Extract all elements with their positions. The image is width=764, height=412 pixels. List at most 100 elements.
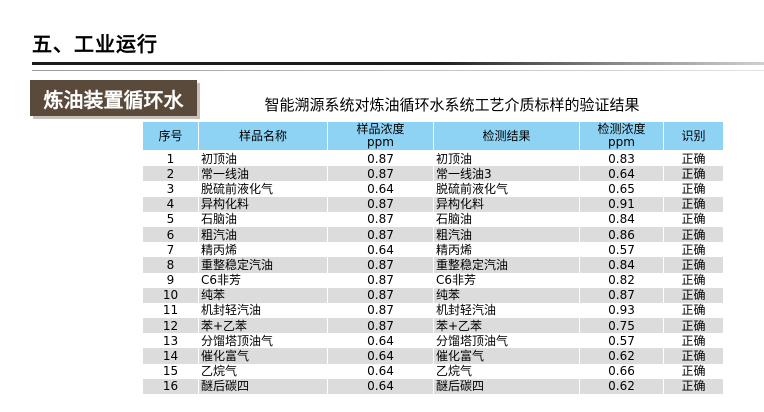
cell-sample-name: 苯+乙苯	[198, 318, 328, 334]
cell-seq: 10	[142, 287, 199, 303]
header-detected-conc: 检测浓度 ppm	[579, 121, 664, 151]
cell-sample-name: 纯苯	[198, 287, 328, 303]
cell-sample-conc: 0.87	[327, 226, 434, 243]
cell-detection-result: 初顶油	[433, 150, 580, 167]
table-row: 1 初顶油 0.87 初顶油 0.83 正确	[142, 150, 724, 167]
table-row: 7 精丙烯 0.64 精丙烯 0.57 正确	[142, 242, 724, 258]
table-row: 12 苯+乙苯 0.87 苯+乙苯 0.75 正确	[142, 318, 724, 334]
cell-detection-result: 乙烷气	[433, 363, 580, 379]
cell-sample-name: 石脑油	[198, 211, 328, 227]
table-row: 5 石脑油 0.87 石脑油 0.84 正确	[142, 211, 724, 227]
cell-detection-result: 粗汽油	[433, 226, 580, 243]
cell-identification: 正确	[663, 181, 724, 197]
cell-detected-conc: 0.57	[579, 333, 664, 349]
cell-seq: 2	[142, 166, 199, 182]
cell-sample-name: 分馏塔顶油气	[198, 333, 328, 349]
cell-identification: 正确	[663, 378, 724, 394]
table-row: 14 催化富气 0.64 催化富气 0.62 正确	[142, 348, 724, 364]
cell-detection-result: 醚后碳四	[433, 378, 580, 394]
cell-seq: 5	[142, 211, 199, 227]
cell-sample-name: 催化富气	[198, 348, 328, 364]
cell-seq: 11	[142, 302, 199, 319]
table-caption: 智能溯源系统对炼油循环水系统工艺介质标样的验证结果	[264, 96, 640, 114]
header-sample-name: 样品名称	[198, 121, 328, 151]
cell-identification: 正确	[663, 211, 724, 227]
cell-detected-conc: 0.86	[579, 226, 664, 243]
cell-sample-conc: 0.87	[327, 196, 434, 212]
table-row: 6 粗汽油 0.87 粗汽油 0.86 正确	[142, 226, 724, 243]
cell-detected-conc: 0.84	[579, 211, 664, 227]
cell-seq: 1	[142, 150, 199, 167]
cell-detected-conc: 0.75	[579, 318, 664, 334]
cell-detected-conc: 0.83	[579, 150, 664, 167]
cell-seq: 13	[142, 333, 199, 349]
cell-sample-name: 脱硫前液化气	[198, 181, 328, 197]
cell-detection-result: 精丙烯	[433, 242, 580, 258]
cell-identification: 正确	[663, 166, 724, 182]
cell-detected-conc: 0.64	[579, 166, 664, 182]
cell-seq: 3	[142, 181, 199, 197]
cell-sample-name: 粗汽油	[198, 226, 328, 243]
cell-sample-conc: 0.64	[327, 181, 434, 197]
table-row: 4 异构化料 0.87 异构化料 0.91 正确	[142, 196, 724, 212]
cell-sample-name: C6非芳	[198, 272, 328, 288]
cell-sample-conc: 0.87	[327, 318, 434, 334]
table-row: 2 常一线油 0.87 常一线油3 0.64 正确	[142, 166, 724, 182]
cell-identification: 正确	[663, 348, 724, 364]
cell-sample-conc: 0.87	[327, 166, 434, 182]
cell-detection-result: 异构化料	[433, 196, 580, 212]
cell-detected-conc: 0.57	[579, 242, 664, 258]
cell-sample-name: 醚后碳四	[198, 378, 328, 394]
cell-seq: 4	[142, 196, 199, 212]
cell-seq: 8	[142, 257, 199, 273]
cell-detected-conc: 0.93	[579, 302, 664, 319]
table-row: 3 脱硫前液化气 0.64 脱硫前液化气 0.65 正确	[142, 181, 724, 197]
cell-identification: 正确	[663, 363, 724, 379]
cell-detected-conc: 0.82	[579, 272, 664, 288]
cell-detected-conc: 0.87	[579, 287, 664, 303]
cell-detected-conc: 0.65	[579, 181, 664, 197]
cell-seq: 15	[142, 363, 199, 379]
cell-sample-name: 异构化料	[198, 196, 328, 212]
cell-sample-conc: 0.87	[327, 211, 434, 227]
cell-seq: 16	[142, 378, 199, 394]
cell-sample-name: 初顶油	[198, 150, 328, 167]
cell-identification: 正确	[663, 287, 724, 303]
cell-detected-conc: 0.91	[579, 196, 664, 212]
cell-sample-name: 重整稳定汽油	[198, 257, 328, 273]
cell-detection-result: 苯+乙苯	[433, 318, 580, 334]
cell-detected-conc: 0.62	[579, 378, 664, 394]
cell-detected-conc: 0.66	[579, 363, 664, 379]
cell-sample-conc: 0.64	[327, 378, 434, 394]
cell-detection-result: 石脑油	[433, 211, 580, 227]
table-row: 9 C6非芳 0.87 C6非芳 0.82 正确	[142, 272, 724, 288]
table-row: 11 机封轻汽油 0.87 机封轻汽油 0.93 正确	[142, 302, 724, 319]
cell-identification: 正确	[663, 196, 724, 212]
title-underline	[32, 62, 764, 65]
cell-sample-name: 精丙烯	[198, 242, 328, 258]
cell-detection-result: 纯苯	[433, 287, 580, 303]
cell-detected-conc: 0.84	[579, 257, 664, 273]
cell-identification: 正确	[663, 150, 724, 167]
cell-sample-conc: 0.64	[327, 333, 434, 349]
header-detection-result: 检测结果	[433, 121, 580, 151]
cell-sample-conc: 0.87	[327, 272, 434, 288]
cell-detection-result: C6非芳	[433, 272, 580, 288]
table-row: 15 乙烷气 0.64 乙烷气 0.66 正确	[142, 363, 724, 379]
table-row: 13 分馏塔顶油气 0.64 分馏塔顶油气 0.57 正确	[142, 333, 724, 349]
cell-detected-conc: 0.62	[579, 348, 664, 364]
cell-detection-result: 重整稳定汽油	[433, 257, 580, 273]
title-divider	[32, 70, 764, 71]
cell-identification: 正确	[663, 333, 724, 349]
cell-identification: 正确	[663, 272, 724, 288]
cell-sample-name: 机封轻汽油	[198, 302, 328, 319]
cell-sample-conc: 0.87	[327, 302, 434, 319]
cell-sample-conc: 0.64	[327, 348, 434, 364]
table-row: 8 重整稳定汽油 0.87 重整稳定汽油 0.84 正确	[142, 257, 724, 273]
cell-detection-result: 常一线油3	[433, 166, 580, 182]
table-row: 16 醚后碳四 0.64 醚后碳四 0.62 正确	[142, 378, 724, 394]
cell-identification: 正确	[663, 242, 724, 258]
header-identification: 识别	[663, 121, 724, 151]
cell-sample-conc: 0.87	[327, 287, 434, 303]
cell-seq: 9	[142, 272, 199, 288]
